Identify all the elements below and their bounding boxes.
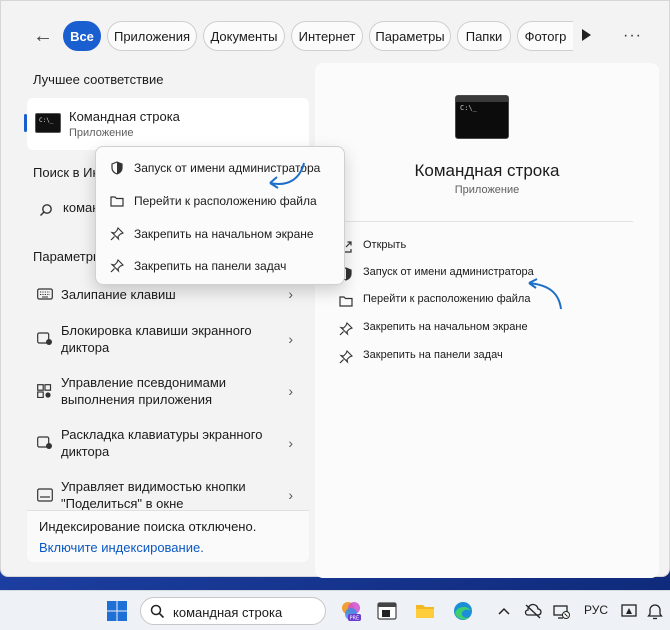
back-arrow-icon: ← [33, 24, 53, 47]
narrator-icon [37, 332, 52, 345]
app-alias-icon [37, 384, 52, 398]
terminal-window-icon[interactable] [376, 600, 398, 622]
action-label: Перейти к расположению файла [363, 293, 531, 305]
pin-icon [110, 259, 124, 273]
best-match-name: Командная строка [69, 109, 180, 124]
enable-indexing-link[interactable]: Включите индексирование. [39, 540, 204, 555]
taskbar-search-box[interactable] [140, 597, 326, 625]
indexing-status-text: Индексирование поиска отключено. [39, 519, 257, 534]
action-label: Запуск от имени администратора [363, 266, 534, 278]
settings-item-label: Блокировка клавиши экранного диктора [61, 323, 252, 355]
search-icon [39, 204, 52, 217]
chevron-right-icon: › [288, 331, 293, 347]
settings-item-label: Залипание клавиш [61, 287, 176, 302]
copilot-icon[interactable]: PRE [340, 600, 362, 622]
chevron-right-icon: › [288, 286, 293, 302]
indexing-notice: Индексирование поиска отключено. Включит… [27, 510, 309, 562]
best-match-type: Приложение [69, 127, 134, 139]
cmd-app-icon: C:\_ [35, 113, 61, 133]
folder-icon [110, 196, 124, 207]
pin-icon [110, 227, 124, 241]
cmd-icon-text: C:\_ [460, 104, 477, 112]
back-button[interactable]: ← [29, 23, 57, 49]
filter-chip-documents[interactable]: Документы [203, 21, 285, 51]
context-item-label: Закрепить на начальном экране [134, 227, 314, 241]
best-match-heading: Лучшее соответствие [33, 72, 164, 87]
web-search-query: коман [63, 200, 100, 215]
narrator-icon [37, 436, 52, 449]
chevron-right-icon: › [288, 435, 293, 451]
folder-icon [339, 296, 353, 307]
annotation-arrow-icon [528, 278, 562, 310]
settings-item-label: Управляет видимостью кнопки "Поделиться"… [61, 479, 246, 511]
best-match-card[interactable]: C:\_ Командная строка Приложение [24, 98, 309, 150]
action-run-as-admin[interactable]: Запуск от имени администратора [337, 264, 627, 284]
shield-icon [111, 161, 123, 175]
filter-chip-folders[interactable]: Папки [457, 21, 511, 51]
filter-chip-photos[interactable]: Фотогр [517, 21, 573, 51]
divider [337, 221, 633, 222]
action-label: Закрепить на панели задач [363, 349, 503, 361]
context-item-label: Перейти к расположению файла [134, 194, 317, 208]
pin-icon [339, 322, 353, 336]
keyboard-icon [37, 288, 53, 300]
action-pin-to-start[interactable]: Закрепить на начальном экране [337, 319, 627, 339]
notification-warning-icon[interactable] [620, 600, 638, 622]
settings-item-narrator-layout[interactable]: Раскладка клавиатуры экранного диктора › [27, 423, 309, 465]
cmd-app-large-icon: C:\_ [455, 95, 509, 139]
taskbar: PRE РУС [0, 590, 670, 630]
settings-item-label: Управление псевдонимами выполнения прило… [61, 375, 227, 407]
window-icon [37, 488, 53, 502]
settings-item-app-aliases[interactable]: Управление псевдонимами выполнения прило… [27, 371, 309, 413]
filter-chip-settings[interactable]: Параметры [369, 21, 451, 51]
scroll-right-icon[interactable] [580, 28, 592, 42]
action-open[interactable]: Открыть [337, 237, 627, 257]
language-indicator[interactable]: РУС [584, 603, 608, 617]
context-pin-to-taskbar[interactable]: Закрепить на панели задач [100, 251, 340, 281]
selection-indicator [24, 114, 27, 132]
windows-start-icon[interactable] [106, 600, 128, 622]
filter-bar: ← Все Приложения Документы Интернет Пара… [1, 1, 670, 69]
preview-panel: C:\_ Командная строка Приложение Открыть… [315, 63, 659, 578]
file-explorer-icon[interactable] [414, 600, 436, 622]
settings-item-label: Раскладка клавиатуры экранного диктора [61, 427, 263, 459]
filter-chip-web[interactable]: Интернет [291, 21, 363, 51]
preview-subtitle: Приложение [454, 184, 520, 196]
search-icon [150, 604, 165, 619]
pin-icon [339, 350, 353, 364]
chevron-up-icon[interactable] [496, 600, 512, 622]
notifications-icon[interactable] [646, 600, 664, 622]
search-flyout: ← Все Приложения Документы Интернет Пара… [0, 0, 670, 578]
action-label: Закрепить на начальном экране [363, 321, 528, 333]
filter-chip-apps[interactable]: Приложения [107, 21, 197, 51]
action-open-file-location[interactable]: Перейти к расположению файла [337, 291, 627, 311]
filter-chip-all[interactable]: Все [63, 21, 101, 51]
cmd-icon-text: C:\_ [39, 117, 54, 124]
network-offline-icon[interactable] [552, 600, 570, 622]
context-pin-to-start[interactable]: Закрепить на начальном экране [100, 219, 340, 249]
results-column: Лучшее соответствие C:\_ Командная строк… [23, 69, 309, 549]
action-pin-to-taskbar[interactable]: Закрепить на панели задач [337, 347, 627, 367]
edge-browser-icon[interactable] [452, 600, 474, 622]
chevron-right-icon: › [288, 487, 293, 503]
action-label: Открыть [363, 239, 407, 251]
taskbar-search-input[interactable] [173, 602, 321, 622]
preview-title: Командная строка [414, 161, 560, 180]
settings-item-narrator-lock[interactable]: Блокировка клавиши экранного диктора › [27, 319, 309, 361]
svg-text:PRE: PRE [350, 616, 360, 622]
context-menu: Запуск от имени администратора Перейти к… [95, 146, 345, 285]
annotation-arrow-icon [269, 162, 305, 189]
more-options-icon[interactable]: ··· [623, 27, 642, 45]
chevron-right-icon: › [288, 383, 293, 399]
cloud-sync-icon[interactable] [524, 600, 542, 622]
settings-heading: Параметры [33, 249, 103, 264]
web-search-heading: Поиск в Ин [33, 165, 100, 180]
context-item-label: Закрепить на панели задач [134, 259, 287, 273]
